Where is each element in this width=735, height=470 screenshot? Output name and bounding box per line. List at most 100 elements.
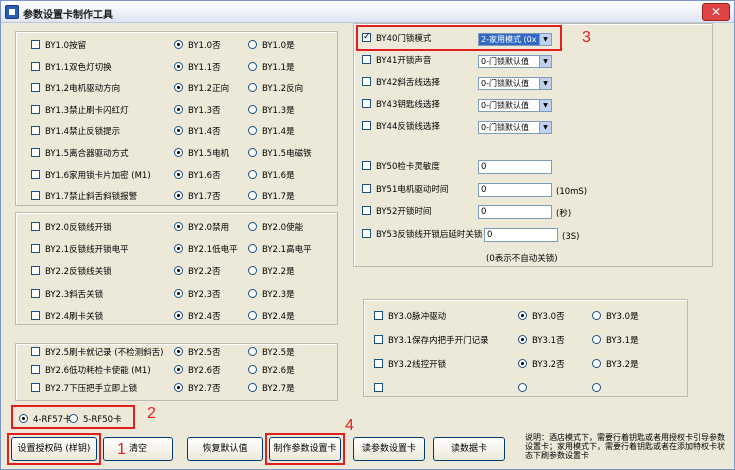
radio-button[interactable] [174, 169, 183, 179]
bt1-option-a[interactable]: BY1.3否 [174, 104, 221, 118]
bt2-option-b[interactable]: BY2.0使能 [248, 221, 303, 235]
radio-button[interactable] [248, 244, 257, 254]
checkbox[interactable] [31, 222, 40, 231]
clear-button[interactable]: 清空 [103, 437, 173, 461]
read-data-card-button[interactable]: 读数据卡 [433, 437, 505, 461]
by5-checkbox[interactable]: BY51电机驱动时间 [362, 183, 448, 197]
by4-dropdown[interactable]: 0-门锁默认值 ▼ [478, 77, 552, 90]
bt1-option-a[interactable]: BY1.7否 [174, 190, 221, 204]
bt2-option-a[interactable]: BY2.1低电平 [174, 243, 238, 257]
checkbox[interactable] [362, 228, 371, 238]
bt1-checkbox[interactable]: BY1.3禁止刷卡闪红灯 [31, 104, 129, 118]
checkbox[interactable] [362, 183, 371, 193]
by4-dropdown[interactable]: 0-门锁默认值 ▼ [478, 55, 552, 68]
chevron-down-icon[interactable]: ▼ [539, 78, 551, 89]
bt1-checkbox[interactable]: BY1.7禁止斜舌斜锁报警 [31, 190, 137, 204]
checkbox[interactable] [362, 206, 371, 215]
checkbox[interactable] [362, 161, 371, 170]
radio-button[interactable] [174, 148, 183, 157]
checkbox[interactable] [31, 347, 40, 356]
bt2-option-a[interactable]: BY2.2否 [174, 265, 221, 279]
bt2-checkbox[interactable]: BY2.0反锁线开锁 [31, 221, 112, 235]
radio-button[interactable] [174, 365, 183, 374]
bt2-checkbox[interactable]: BY2.4刷卡关锁 [31, 310, 103, 324]
by3-checkbox[interactable]: BY3.2线控开锁 [374, 358, 446, 372]
bt1-option-b[interactable]: BY1.6是 [248, 169, 295, 183]
bt1-option-b[interactable]: BY1.3是 [248, 104, 295, 118]
radio-button[interactable] [174, 104, 183, 114]
radio-button[interactable] [174, 266, 183, 276]
radio-button[interactable] [518, 311, 527, 320]
bt2-option-a[interactable]: BY2.4否 [174, 310, 221, 324]
bt1-checkbox[interactable]: BY1.0按留 [31, 39, 86, 53]
bt2b-option-a[interactable]: BY2.5否 [174, 346, 221, 360]
checkbox[interactable] [374, 311, 383, 320]
radio-button[interactable] [248, 383, 257, 392]
bt1-option-a[interactable]: BY1.6否 [174, 169, 221, 183]
bt2-checkbox[interactable]: BY2.2反锁线关锁 [31, 265, 112, 279]
radio-button[interactable] [248, 266, 257, 276]
checkbox[interactable] [31, 383, 40, 392]
radio-button[interactable] [174, 61, 183, 71]
checkbox[interactable] [362, 77, 371, 86]
bt1-checkbox[interactable]: BY1.2电机驱动方向 [31, 82, 120, 96]
by4-checkbox[interactable]: BY44反锁线选择 [362, 120, 440, 134]
radio-button[interactable] [248, 288, 257, 298]
radio-button[interactable] [518, 359, 527, 368]
checkbox[interactable] [374, 383, 383, 392]
by3-option-b[interactable]: BY3.0是 [592, 310, 639, 324]
radio-button[interactable] [248, 83, 257, 93]
radio-button[interactable] [518, 383, 527, 392]
chevron-down-icon[interactable]: ▼ [539, 122, 551, 133]
radio-button[interactable] [174, 310, 183, 320]
by3-checkbox[interactable]: BY3.0脉冲驱动 [374, 310, 446, 324]
bt2-option-b[interactable]: BY2.4是 [248, 310, 295, 324]
radio-button[interactable] [592, 335, 601, 344]
bt1-option-a[interactable]: BY1.4否 [174, 125, 221, 139]
bt1-option-b[interactable]: BY1.5电磁铁 [248, 147, 312, 161]
bt1-option-a[interactable]: BY1.1否 [174, 61, 221, 75]
checkbox[interactable] [362, 55, 371, 64]
radio-button[interactable] [174, 383, 183, 392]
by3-option-b[interactable] [592, 382, 606, 396]
radio-button[interactable] [248, 40, 257, 49]
by5-checkbox[interactable]: BY52开锁时间 [362, 205, 431, 219]
radio-button[interactable] [174, 40, 183, 49]
bt2b-checkbox[interactable]: BY2.7下压把手立即上锁 [31, 382, 137, 396]
radio-button[interactable] [174, 191, 183, 201]
by5-checkbox[interactable]: BY53反锁线开锁后延时关锁 [362, 228, 482, 242]
checkbox[interactable] [374, 335, 383, 344]
by4-dropdown[interactable]: 0-门锁默认值 ▼ [478, 99, 552, 112]
radio-button[interactable] [248, 61, 257, 71]
checkbox[interactable] [31, 266, 40, 276]
restore-default-button[interactable]: 恢复默认值 [187, 437, 263, 461]
bt1-option-a[interactable]: BY1.2正向 [174, 82, 229, 96]
checkbox[interactable] [31, 40, 40, 49]
radio-button[interactable] [174, 83, 183, 93]
checkbox[interactable] [31, 148, 40, 157]
bt1-option-b[interactable]: BY1.2反向 [248, 82, 303, 96]
checkbox[interactable] [31, 244, 40, 254]
bt1-checkbox[interactable]: BY1.5离合器驱动方式 [31, 147, 129, 161]
bt1-checkbox[interactable]: BY1.1双色灯切换 [31, 61, 112, 75]
bt2-option-b[interactable]: BY2.1高电平 [248, 243, 312, 257]
radio-button[interactable] [592, 359, 601, 368]
bt2-option-a[interactable]: BY2.0禁用 [174, 221, 229, 235]
checkbox[interactable] [31, 288, 40, 298]
by4-checkbox[interactable]: BY42斜舌线选择 [362, 76, 440, 90]
by3-option-b[interactable]: BY3.2是 [592, 358, 639, 372]
radio-button[interactable] [248, 310, 257, 320]
radio-button[interactable] [174, 347, 183, 356]
bt2-option-b[interactable]: BY2.3是 [248, 288, 295, 302]
radio-button[interactable] [248, 169, 257, 179]
radio-button[interactable] [248, 191, 257, 201]
bt1-option-b[interactable]: BY1.4是 [248, 125, 295, 139]
chevron-down-icon[interactable]: ▼ [539, 56, 551, 67]
radio-button[interactable] [174, 126, 183, 136]
checkbox[interactable] [31, 169, 40, 179]
bt2b-option-b[interactable]: BY2.5是 [248, 346, 295, 360]
radio-button[interactable] [248, 148, 257, 157]
close-button[interactable]: ✕ [702, 3, 730, 21]
checkbox[interactable] [31, 83, 40, 93]
by3-option-a[interactable]: BY3.1否 [518, 334, 565, 348]
